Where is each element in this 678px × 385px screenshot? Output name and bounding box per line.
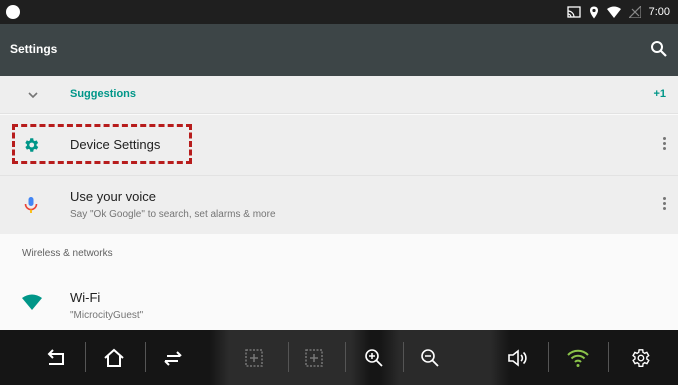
- suggestions-label: Suggestions: [70, 88, 137, 100]
- settings-button[interactable]: [622, 330, 658, 385]
- location-icon: [589, 6, 598, 18]
- more-options-icon[interactable]: [660, 135, 668, 153]
- screenshot-icon: [305, 348, 323, 367]
- notification-dot-icon: [6, 5, 20, 19]
- wifi-subtitle: "MicrocityGuest": [70, 310, 144, 321]
- app-bar: Settings: [0, 24, 678, 76]
- use-your-voice-title: Use your voice: [70, 189, 156, 204]
- zoom-in-icon: [365, 348, 383, 367]
- list-item-wifi[interactable]: Wi-Fi "MicrocityGuest": [0, 274, 678, 330]
- suggestions-header[interactable]: Suggestions +1: [0, 76, 678, 114]
- recent-apps-icon: [164, 350, 182, 366]
- microphone-icon: [24, 197, 38, 213]
- suggestions-count: +1: [653, 88, 666, 100]
- navigation-bar: [0, 330, 678, 385]
- zoom-out-button[interactable]: [412, 330, 448, 385]
- wifi-toggle-button[interactable]: [560, 330, 596, 385]
- volume-icon: [508, 348, 527, 367]
- screenshot-icon: [245, 348, 263, 367]
- zoom-out-icon: [421, 348, 439, 367]
- wifi-icon: [22, 294, 42, 310]
- chevron-down-icon[interactable]: [26, 88, 40, 102]
- screenshot-button-2[interactable]: [296, 330, 332, 385]
- wifi-icon: [567, 349, 589, 367]
- volume-button[interactable]: [500, 330, 536, 385]
- list-item-use-your-voice[interactable]: Use your voice Say "Ok Google" to search…: [0, 176, 678, 234]
- wifi-status-icon: [606, 6, 621, 18]
- status-icons: 7:00: [566, 4, 670, 20]
- section-label: Wireless & networks: [22, 248, 113, 259]
- screenshot-button[interactable]: [236, 330, 272, 385]
- gear-icon: [632, 348, 650, 367]
- home-icon: [104, 348, 124, 367]
- page-title: Settings: [10, 42, 58, 56]
- no-signal-icon: [628, 6, 641, 18]
- zoom-in-button[interactable]: [356, 330, 392, 385]
- recent-apps-button[interactable]: [154, 330, 194, 385]
- home-button[interactable]: [94, 330, 134, 385]
- back-icon: [47, 348, 64, 365]
- status-time: 7:00: [648, 6, 670, 18]
- cast-icon: [566, 6, 581, 18]
- use-your-voice-subtitle: Say "Ok Google" to search, set alarms & …: [70, 209, 276, 220]
- highlight-box: [12, 124, 192, 164]
- section-header: Wireless & networks: [0, 234, 678, 274]
- search-icon[interactable]: [650, 40, 668, 58]
- status-bar: 7:00: [0, 0, 678, 24]
- wifi-title: Wi-Fi: [70, 290, 101, 305]
- more-options-icon[interactable]: [660, 195, 668, 213]
- back-button[interactable]: [36, 330, 76, 385]
